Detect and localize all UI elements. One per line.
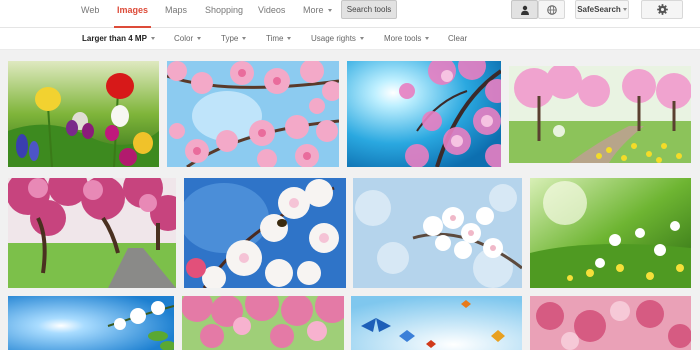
image-result-blossom-sky[interactable]: [167, 61, 339, 167]
image-results-grid: [0, 50, 700, 350]
white-blossom-thumbnail: [353, 178, 522, 288]
image-result-tulips[interactable]: [8, 61, 159, 167]
safesearch-dropdown[interactable]: SafeSearch: [575, 0, 629, 19]
chevron-down-icon: [150, 37, 155, 41]
chevron-down-icon: [287, 37, 292, 41]
pink-trees-thumbnail: [182, 296, 344, 350]
filter-time[interactable]: Time: [266, 28, 292, 50]
chevron-down-icon: [359, 37, 364, 41]
filter-size-label: Larger than 4 MP: [82, 34, 147, 43]
filter-time-label: Time: [266, 34, 284, 43]
tab-shopping[interactable]: Shopping: [205, 0, 243, 28]
image-result-pink-trees[interactable]: [182, 296, 344, 350]
image-result-pink-blur[interactable]: [530, 296, 691, 350]
cherry-path-thumbnail: [8, 178, 176, 288]
butterflies-thumbnail: [351, 296, 522, 350]
spring-park-thumbnail: [509, 66, 691, 163]
tab-more[interactable]: More: [303, 0, 332, 28]
chevron-down-icon: [242, 37, 247, 41]
tab-maps[interactable]: Maps: [165, 0, 187, 28]
filter-type[interactable]: Type: [221, 28, 247, 50]
person-icon: [520, 5, 529, 15]
world-results-button[interactable]: [538, 0, 565, 19]
pink-blur-thumbnail: [530, 296, 691, 350]
tab-web[interactable]: Web: [81, 0, 99, 28]
tab-images[interactable]: Images: [114, 0, 152, 28]
gear-icon: [656, 4, 668, 15]
chevron-down-icon: [425, 37, 430, 41]
personal-results-button[interactable]: [511, 0, 538, 19]
clear-filters-link[interactable]: Clear: [448, 28, 467, 50]
image-result-cherry-path[interactable]: [8, 178, 176, 288]
filter-color-label: Color: [174, 34, 194, 43]
tab-more-label: More: [303, 5, 324, 15]
chevron-down-icon: [622, 8, 627, 12]
safesearch-label: SafeSearch: [577, 5, 621, 14]
filter-type-label: Type: [221, 34, 239, 43]
filter-usage-rights[interactable]: Usage rights: [311, 28, 364, 50]
tab-videos[interactable]: Videos: [258, 0, 285, 28]
filter-usage-label: Usage rights: [311, 34, 356, 43]
blossom-sky-thumbnail: [167, 61, 339, 167]
globe-icon: [546, 5, 557, 15]
image-result-sky-branch[interactable]: [8, 296, 174, 350]
image-result-white-blossom[interactable]: [353, 178, 522, 288]
chevron-down-icon: [197, 37, 202, 41]
chevron-down-icon: [327, 9, 332, 13]
sun-blossom-thumbnail: [347, 61, 501, 167]
filter-more-tools[interactable]: More tools: [384, 28, 430, 50]
bee-blossom-thumbnail: [184, 178, 346, 288]
sky-branch-thumbnail: [8, 296, 174, 350]
search-tools-bar: Larger than 4 MP Color Type Time Usage r…: [0, 28, 700, 50]
settings-button[interactable]: [641, 0, 683, 19]
tulips-thumbnail: [8, 61, 159, 167]
top-nav-bar: Web Images Maps Shopping Videos More Sea…: [0, 0, 700, 28]
filter-more-label: More tools: [384, 34, 422, 43]
meadow-thumbnail: [530, 178, 691, 288]
image-result-bee-blossom[interactable]: [184, 178, 346, 288]
image-result-butterflies[interactable]: [351, 296, 522, 350]
image-result-meadow[interactable]: [530, 178, 691, 288]
image-result-spring-park[interactable]: [509, 66, 691, 163]
filter-size[interactable]: Larger than 4 MP: [82, 28, 155, 50]
search-tools-button[interactable]: Search tools: [341, 0, 397, 19]
filter-color[interactable]: Color: [174, 28, 202, 50]
image-result-sun-blossom[interactable]: [347, 61, 501, 167]
